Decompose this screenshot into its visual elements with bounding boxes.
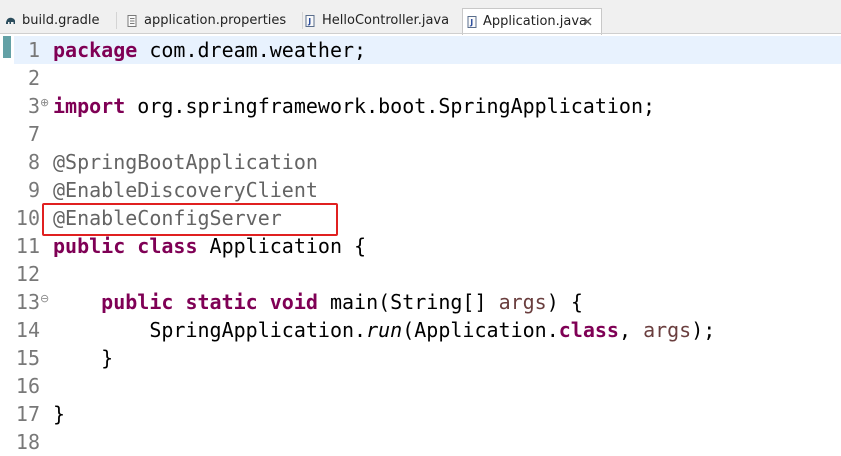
- code-editor[interactable]: 1 package com.dream.weather; 2 3 ⊕ import org…: [0, 34, 841, 454]
- code-line[interactable]: 17}: [0, 400, 841, 428]
- line-number: 14: [15, 318, 40, 342]
- code-line[interactable]: 14 SpringApplication.run(Application.cla…: [0, 316, 841, 344]
- code-line[interactable]: 2: [0, 64, 841, 92]
- tab-hello-controller-java[interactable]: J HelloController.java: [303, 9, 453, 33]
- code-token: (Application.: [402, 318, 559, 342]
- code-token: @SpringBootApplication: [53, 150, 318, 174]
- code-token: );: [691, 318, 716, 342]
- tab-label: Application.java: [483, 14, 588, 29]
- code-line[interactable]: 12: [0, 260, 841, 288]
- code-token: ) {: [546, 290, 583, 314]
- code-token: public: [101, 290, 174, 314]
- code-token: }: [53, 402, 66, 426]
- code-token: SpringApplication.: [53, 318, 367, 342]
- tab-application-properties[interactable]: application.properties: [125, 9, 305, 33]
- annotation-highlight-box: [42, 203, 338, 236]
- line-number: 7: [27, 122, 40, 146]
- line-number: 12: [15, 262, 40, 286]
- line-number: 8: [27, 150, 40, 174]
- code-text: @EnableDiscoveryClient: [53, 176, 318, 204]
- code-token: package: [53, 38, 138, 62]
- code-token: @EnableDiscoveryClient: [53, 178, 318, 202]
- code-text: }: [53, 400, 65, 428]
- collapse-fold-icon[interactable]: ⊖: [40, 288, 49, 310]
- code-line[interactable]: 16: [0, 372, 841, 400]
- code-text: SpringApplication.run(Application.class,…: [53, 316, 715, 344]
- code-line[interactable]: 11 public class Application {: [0, 232, 841, 260]
- tab-build-gradle[interactable]: build.gradle: [3, 9, 111, 33]
- code-line[interactable]: 3 ⊕ import org.springframework.boot.Spring…: [0, 92, 841, 120]
- java-file-icon: J: [305, 15, 315, 27]
- line-number: 3: [27, 94, 40, 118]
- code-token: }: [53, 346, 114, 370]
- code-text: import org.springframework.boot.SpringAp…: [53, 92, 655, 120]
- line-number: 13: [15, 290, 40, 314]
- tab-application-java[interactable]: J Application.java: [462, 8, 602, 35]
- code-line[interactable]: 7: [0, 120, 841, 148]
- editor-tab-bar: build.gradle application.properties J He…: [0, 0, 841, 35]
- code-token: static: [185, 290, 258, 314]
- code-token: com.dream.weather;: [137, 38, 367, 62]
- code-line[interactable]: 15 }: [0, 344, 841, 372]
- code-token: ,: [618, 318, 644, 342]
- code-line[interactable]: 8 @SpringBootApplication: [0, 148, 841, 176]
- line-number: 17: [15, 402, 40, 426]
- tab-label: build.gradle: [22, 13, 100, 28]
- tab-label: application.properties: [144, 13, 287, 28]
- code-token: main(String[]: [317, 290, 499, 314]
- code-token: run: [366, 318, 403, 342]
- line-number: 15: [15, 346, 40, 370]
- close-icon[interactable]: [582, 16, 593, 27]
- code-token: org.springframework.boot.SpringApplicati…: [125, 94, 656, 118]
- java-file-icon: J: [467, 16, 477, 28]
- expand-fold-icon[interactable]: ⊕: [40, 92, 49, 114]
- code-token: Application {: [197, 234, 367, 258]
- line-number: 11: [15, 234, 40, 258]
- line-number: 10: [15, 206, 40, 230]
- line-number: 2: [27, 66, 40, 90]
- code-token: class: [558, 318, 619, 342]
- code-line[interactable]: 1 package com.dream.weather;: [0, 36, 841, 64]
- code-token: args: [498, 290, 547, 314]
- line-number: 1: [27, 38, 40, 62]
- code-token: void: [269, 290, 318, 314]
- tab-separator: [116, 12, 117, 29]
- svg-text:J: J: [307, 17, 311, 26]
- code-token: class: [137, 234, 198, 258]
- line-number: 16: [15, 374, 40, 398]
- line-number: 9: [27, 178, 40, 202]
- tab-label: HelloController.java: [322, 13, 450, 28]
- line-number: 18: [15, 430, 40, 454]
- svg-text:J: J: [469, 18, 473, 27]
- code-line[interactable]: 18: [0, 428, 841, 456]
- code-text: @SpringBootApplication: [53, 148, 318, 176]
- code-text: public class Application {: [53, 232, 366, 260]
- code-text: package com.dream.weather;: [53, 36, 366, 64]
- code-token: public: [53, 234, 126, 258]
- code-line[interactable]: 13 ⊖ public static void main(String[] arg…: [0, 288, 841, 316]
- code-text: public static void main(String[] args) {: [53, 288, 583, 316]
- code-text: }: [53, 344, 113, 372]
- code-token: import: [53, 94, 126, 118]
- code-token: args: [643, 318, 692, 342]
- properties-file-icon: [127, 15, 137, 27]
- code-line[interactable]: 9 @EnableDiscoveryClient: [0, 176, 841, 204]
- gradle-elephant-icon: [6, 17, 15, 24]
